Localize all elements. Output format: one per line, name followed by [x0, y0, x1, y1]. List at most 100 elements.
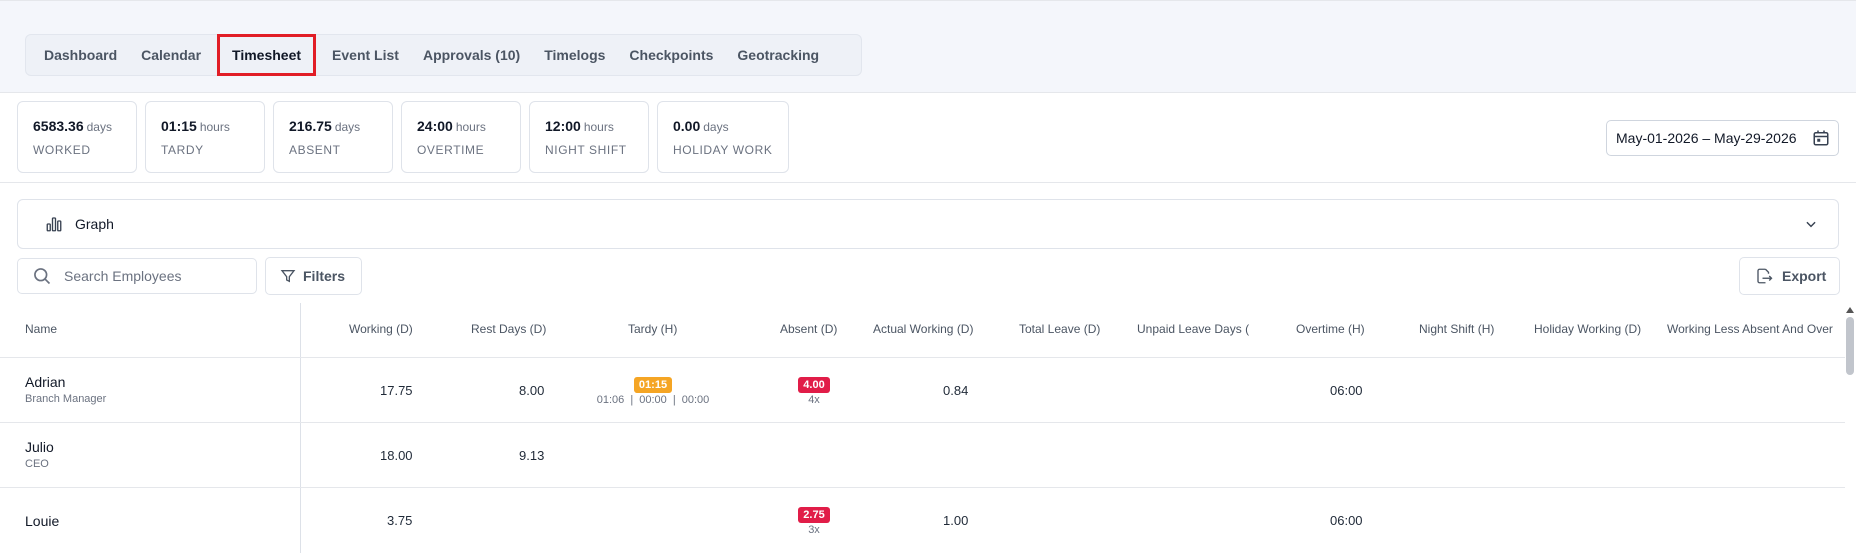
export-icon	[1757, 268, 1773, 284]
stat-value: 24:00	[417, 118, 453, 134]
graph-label: Graph	[75, 216, 114, 232]
absent-badge: 2.75	[798, 507, 830, 523]
tab-timesheet[interactable]: Timesheet	[217, 34, 317, 76]
actual-working-value: 1.00	[943, 513, 969, 528]
stat-value: 0.00	[673, 118, 701, 134]
col-header-working[interactable]: Working (D)	[349, 322, 413, 336]
stat-unit: hours	[455, 120, 486, 134]
stat-card-holiday-work: 0.00 days HOLIDAY WORK	[657, 101, 789, 173]
employee-role: CEO	[25, 458, 49, 470]
stat-card-tardy: 01:15 hours TARDY	[145, 101, 265, 173]
search-box[interactable]	[17, 258, 257, 294]
working-value: 3.75	[387, 513, 413, 528]
rest-days-value: 9.13	[519, 448, 545, 463]
export-button[interactable]: Export	[1739, 257, 1840, 295]
stat-label: TARDY	[161, 143, 204, 157]
filters-button[interactable]: Filters	[265, 257, 362, 295]
table-row-name-cell[interactable]: Adrian Branch Manager	[25, 374, 106, 405]
stat-unit: hours	[583, 120, 614, 134]
col-header-working-less-absent[interactable]: Working Less Absent And Over	[1667, 322, 1833, 336]
tardy-cell: 01:15 01:06 | 00:00 | 00:00	[587, 376, 719, 406]
table-row-name-cell[interactable]: Julio CEO	[25, 439, 54, 470]
row-divider	[0, 487, 1845, 488]
stat-label: ABSENT	[289, 143, 341, 157]
col-header-unpaid-leave[interactable]: Unpaid Leave Days (	[1137, 322, 1249, 336]
rest-days-value: 8.00	[519, 383, 545, 398]
search-input[interactable]	[64, 268, 244, 284]
stat-label: NIGHT SHIFT	[545, 143, 627, 157]
tab-dashboard[interactable]: Dashboard	[32, 36, 129, 74]
stat-unit: days	[703, 120, 729, 134]
tab-calendar[interactable]: Calendar	[129, 36, 213, 74]
tardy-sub-value: 00:00	[639, 394, 667, 406]
stat-value: 01:15	[161, 118, 197, 134]
calendar-icon[interactable]	[1812, 129, 1830, 147]
absent-count: 3x	[808, 524, 820, 536]
scrollbar-thumb[interactable]	[1846, 317, 1854, 375]
bar-chart-icon	[46, 217, 62, 232]
timesheet-page: Dashboard Calendar Timesheet Event List …	[0, 0, 1856, 553]
employee-name: Louie	[25, 513, 60, 529]
absent-cell: 2.75 3x	[794, 506, 834, 536]
actual-working-value: 0.84	[943, 383, 969, 398]
filters-label: Filters	[303, 268, 346, 284]
tab-event-list[interactable]: Event List	[320, 36, 411, 74]
nav-tabs: Dashboard Calendar Timesheet Event List …	[25, 34, 862, 76]
col-header-total-leave[interactable]: Total Leave (D)	[1019, 322, 1100, 336]
table-row-name-cell[interactable]: Louie	[25, 513, 59, 529]
col-header-holiday-working[interactable]: Holiday Working (D)	[1534, 322, 1641, 336]
employee-role: Branch Manager	[25, 393, 107, 405]
overtime-value: 06:00	[1330, 383, 1363, 398]
row-divider	[0, 357, 1845, 358]
stat-value: 6583.36	[33, 118, 84, 134]
stat-card-absent: 216.75 days ABSENT	[273, 101, 393, 173]
employee-name: Adrian	[25, 374, 66, 390]
absent-cell: 4.00 4x	[794, 376, 834, 406]
working-value: 17.75	[380, 383, 413, 398]
search-icon	[34, 268, 51, 285]
tardy-sub-divider: |	[630, 394, 634, 406]
absent-count: 4x	[808, 394, 820, 406]
top-nav-bar: Dashboard Calendar Timesheet Event List …	[0, 0, 1856, 93]
working-value: 18.00	[380, 448, 413, 463]
stat-unit: hours	[199, 120, 230, 134]
stat-card-worked: 6583.36 days WORKED	[17, 101, 137, 173]
stat-label: OVERTIME	[417, 143, 485, 157]
col-header-overtime[interactable]: Overtime (H)	[1296, 322, 1365, 336]
tab-timelogs[interactable]: Timelogs	[532, 36, 617, 74]
col-header-tardy[interactable]: Tardy (H)	[628, 322, 677, 336]
export-label: Export	[1782, 268, 1827, 284]
tab-geotracking[interactable]: Geotracking	[725, 36, 831, 74]
tab-approvals[interactable]: Approvals (10)	[411, 36, 532, 74]
absent-badge: 4.00	[798, 377, 830, 393]
stat-card-night-shift: 12:00 hours NIGHT SHIFT	[529, 101, 649, 173]
stat-unit: days	[86, 120, 112, 134]
tardy-sub-divider: |	[672, 394, 676, 406]
col-header-name[interactable]: Name	[25, 322, 57, 336]
employee-name: Julio	[25, 439, 54, 455]
col-header-night-shift[interactable]: Night Shift (H)	[1419, 322, 1494, 336]
tardy-badge: 01:15	[633, 377, 673, 393]
stat-cards: 6583.36 days WORKED 01:15 hours TARDY 216.…	[17, 101, 789, 173]
scroll-up-arrow-icon[interactable]	[1846, 307, 1854, 313]
stat-label: HOLIDAY WORK	[673, 143, 773, 157]
column-divider	[300, 303, 301, 553]
filter-icon	[280, 270, 296, 283]
stat-label: WORKED	[33, 143, 91, 157]
tab-checkpoints[interactable]: Checkpoints	[617, 36, 725, 74]
stat-card-overtime: 24:00 hours OVERTIME	[401, 101, 521, 173]
col-header-actual-working[interactable]: Actual Working (D)	[873, 322, 973, 336]
graph-toggle[interactable]: Graph	[17, 199, 1839, 249]
chevron-down-icon[interactable]	[1804, 217, 1818, 231]
col-header-rest-days[interactable]: Rest Days (D)	[471, 322, 546, 336]
stat-value: 216.75	[289, 118, 332, 134]
date-range-picker[interactable]: May-01-2026 – May-29-2026	[1606, 120, 1839, 156]
stat-value: 12:00	[545, 118, 581, 134]
section-divider	[0, 182, 1856, 183]
overtime-value: 06:00	[1330, 513, 1363, 528]
table-scrollbar[interactable]	[1844, 303, 1856, 553]
date-range-text: May-01-2026 – May-29-2026	[1616, 130, 1797, 146]
col-header-absent[interactable]: Absent (D)	[780, 322, 837, 336]
stat-unit: days	[334, 120, 361, 134]
row-divider	[0, 422, 1845, 423]
